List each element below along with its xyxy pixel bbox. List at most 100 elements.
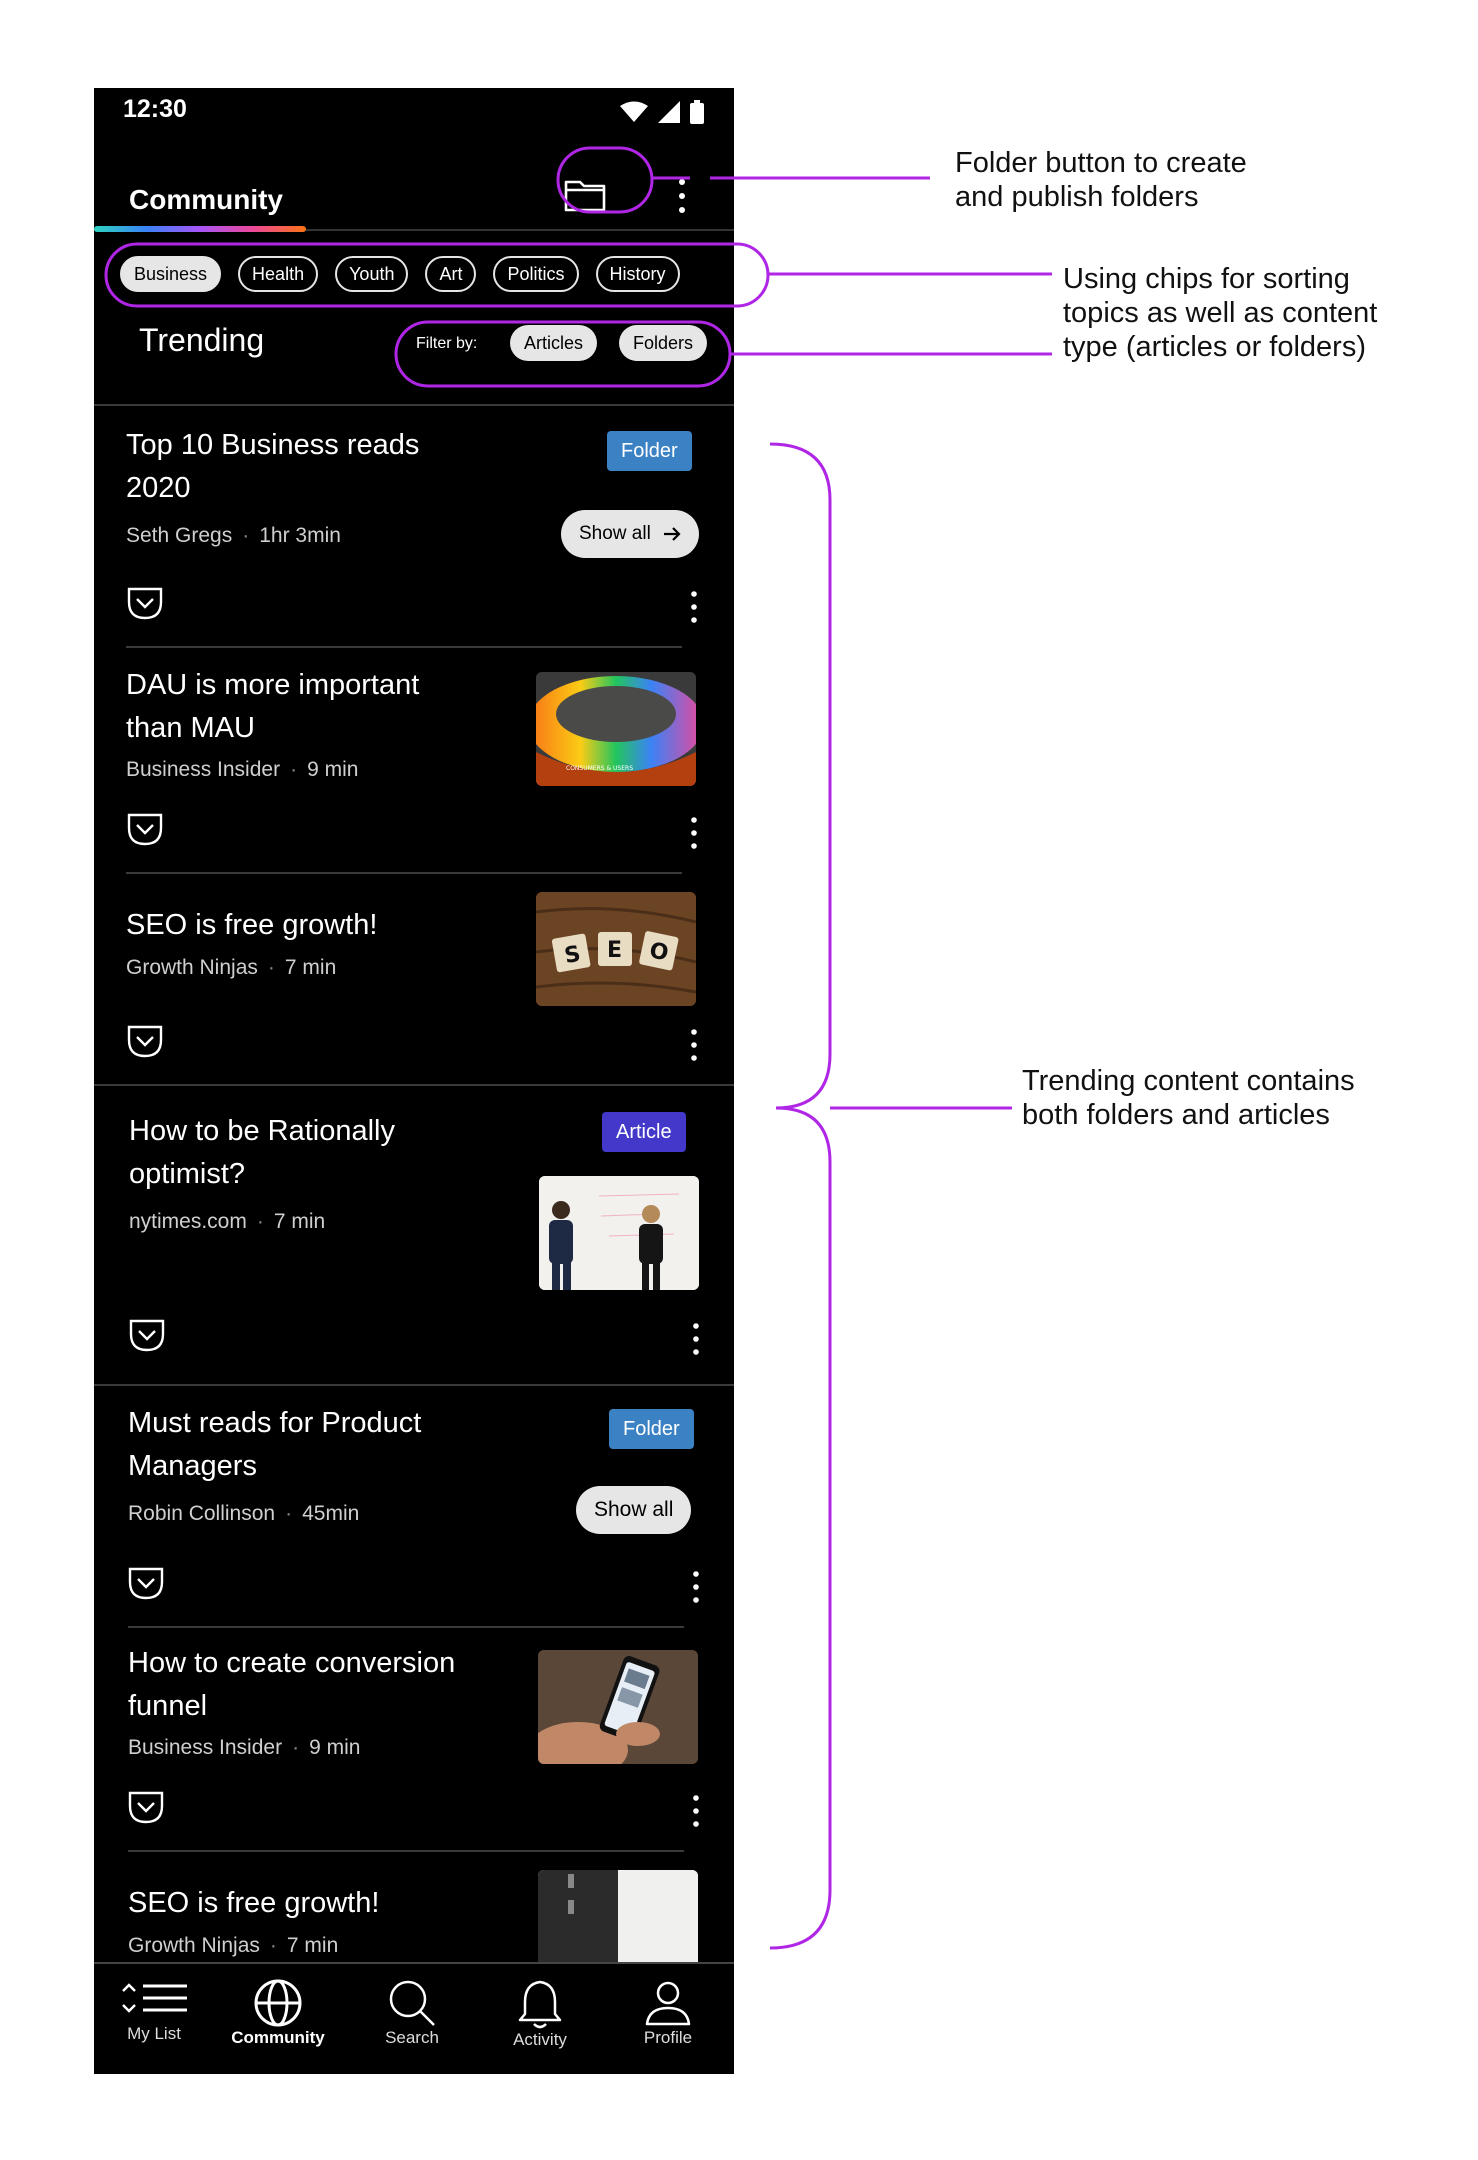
overflow-menu-icon[interactable] [674,176,690,216]
show-all-label: Show all [594,1498,674,1521]
chip-art[interactable]: Art [425,256,477,292]
item-source: Growth Ninjas [126,956,258,979]
nav-label: My List [127,2024,181,2043]
annotation-line: Trending content contains [1022,1065,1355,1097]
nav-search[interactable]: Search [352,1978,472,2048]
save-to-pocket-icon[interactable] [128,1790,164,1824]
profile-icon [645,1981,691,2026]
divider [128,1626,684,1628]
nav-label: Community [231,2028,325,2047]
more-options-icon[interactable] [690,816,698,850]
article-badge: Article [602,1112,686,1152]
phone-screen: 12:30 Community Business Health Youth Ar… [94,88,734,2074]
app-bar: Community [94,154,734,250]
create-folder-button[interactable] [556,174,614,216]
chip-politics[interactable]: Politics [493,256,579,292]
annotation-line: type (articles or folders) [1063,331,1366,363]
annotation-folder: Folder button to create and publish fold… [955,146,1247,214]
save-to-pocket-icon[interactable] [127,586,163,620]
arrow-right-icon [663,527,681,541]
divider [94,404,734,406]
annotation-line: and publish folders [955,181,1199,213]
annotation-line: Folder button to create [955,147,1247,179]
item-source: Business Insider [128,1736,283,1759]
divider [128,1850,684,1852]
item-source: Seth Gregs [126,524,233,547]
item-source: nytimes.com [129,1210,247,1233]
more-options-icon[interactable] [690,1028,698,1062]
annotation-chips: Using chips for sorting topics as well a… [1063,262,1377,364]
item-title: Must reads for Product Managers [128,1407,422,1482]
item-thumbnail [539,1176,699,1290]
chip-health[interactable]: Health [238,256,319,292]
bell-icon [518,1980,562,2029]
whiteboard-image [539,1176,699,1290]
annotation-line: both folders and articles [1022,1099,1330,1131]
divider [126,646,682,648]
battery-icon [690,100,704,124]
folder-badge: Folder [609,1409,694,1449]
item-thumbnail: CONSUMERS & USERS [536,672,696,786]
nav-profile[interactable]: Profile [608,1978,728,2048]
show-all-button[interactable]: Show all [576,1486,692,1534]
nav-label: Profile [643,2028,693,2047]
item-duration: 7 min [273,1210,326,1233]
thumbnail-label: CONSUMERS & USERS [566,765,633,772]
item-duration: 9 min [309,1736,361,1759]
annotation-trending: Trending content contains both folders a… [1022,1064,1355,1132]
item-meta: Growth Ninjas · 7 min [128,1934,339,1957]
show-all-button[interactable]: Show all [561,510,699,558]
nav-community[interactable]: Community [218,1978,338,2048]
item-source: Growth Ninjas [128,1934,260,1957]
folder-badge: Folder [607,431,692,471]
color-wheel-image: CONSUMERS & USERS [536,672,696,786]
wifi-icon [620,101,648,122]
nav-activity[interactable]: Activity [480,1978,600,2050]
topic-chips: Business Health Youth Art Politics Histo… [120,256,680,296]
divider [126,872,682,874]
more-options-icon[interactable] [692,1322,700,1356]
save-to-pocket-icon[interactable] [129,1318,165,1352]
filter-articles-chip[interactable]: Articles [510,325,598,361]
item-meta: Robin Collinson · 45min [128,1502,360,1525]
phone-in-hand-image [538,1650,698,1764]
item-source: Business Insider [126,758,281,781]
divider [94,1384,734,1386]
filter-folders-chip[interactable]: Folders [619,325,708,361]
filter-label: Filter by: [416,335,478,352]
more-options-icon[interactable] [692,1570,700,1604]
item-source: Robin Collinson [128,1502,276,1525]
item-duration: 1hr 3min [259,524,341,547]
seo-tiles-image: S E O [536,892,696,1006]
nav-label: Activity [513,2030,567,2049]
item-title: How to create conversion funnel [128,1647,456,1722]
item-meta: Seth Gregs · 1hr 3min [126,524,341,547]
save-to-pocket-icon[interactable] [128,1566,164,1600]
chip-business[interactable]: Business [120,256,222,292]
more-options-icon[interactable] [692,1794,700,1828]
save-to-pocket-icon[interactable] [127,812,163,846]
item-title: DAU is more important than MAU [126,669,420,744]
trending-bracket [769,442,832,1950]
my-list-icon [122,1983,187,2013]
tile-letter: E [607,938,622,963]
status-icons [620,100,704,124]
item-title: How to be Rationally optimist? [129,1115,395,1190]
folder-icon [564,180,606,212]
item-thumbnail [538,1650,698,1764]
status-time: 12:30 [123,95,187,123]
trending-header: Trending Filter by: Articles Folders [94,310,734,382]
save-to-pocket-icon[interactable] [127,1024,163,1058]
show-all-label: Show all [579,523,651,544]
signal-icon [658,101,680,123]
nav-my-list[interactable]: My List [94,1978,214,2044]
item-meta: Business Insider · 9 min [128,1736,361,1759]
more-options-icon[interactable] [690,590,698,624]
item-duration: 45min [302,1502,360,1525]
chip-history[interactable]: History [595,256,680,292]
annotation-line: Using chips for sorting [1063,263,1350,295]
chip-youth[interactable]: Youth [335,256,409,292]
divider [94,1084,734,1086]
item-duration: 7 min [284,956,337,979]
item-thumbnail: S E O [536,892,696,1006]
